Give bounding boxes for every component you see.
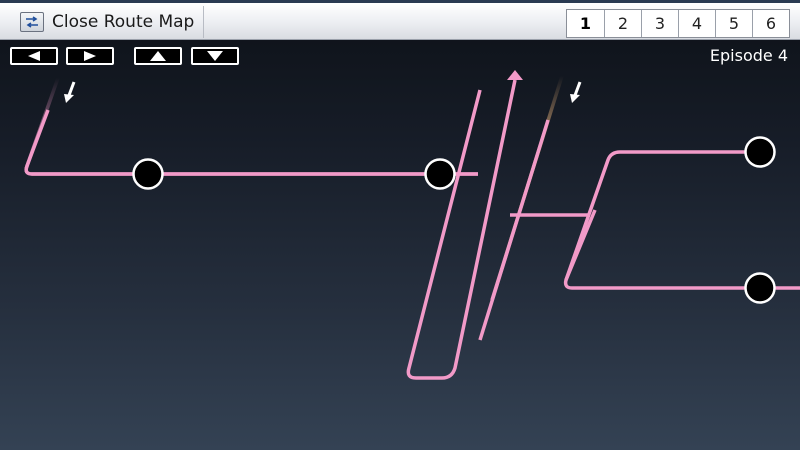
route-line-upper xyxy=(564,150,760,281)
route-node[interactable] xyxy=(744,272,776,304)
route-node[interactable] xyxy=(744,136,776,168)
episode-tab-2[interactable]: 2 xyxy=(604,10,641,37)
route-map xyxy=(24,70,800,380)
episode-tabs: 1 2 3 4 5 6 xyxy=(566,9,790,38)
route-line-right xyxy=(478,119,550,341)
episode-tab-5[interactable]: 5 xyxy=(715,10,752,37)
episode-tab-1[interactable]: 1 xyxy=(567,10,604,37)
episode-tab-4[interactable]: 4 xyxy=(678,10,715,37)
close-route-map-button[interactable]: Close Route Map xyxy=(10,6,204,38)
episode-tab-3[interactable]: 3 xyxy=(641,10,678,37)
route-line-main xyxy=(24,109,478,176)
route-arrow-up-icon xyxy=(507,70,523,80)
route-line-left xyxy=(24,77,478,176)
route-node[interactable] xyxy=(424,158,456,190)
route-down-arrow-icon xyxy=(64,81,76,103)
close-route-map-label: Close Route Map xyxy=(52,12,195,32)
route-down-arrow-icon xyxy=(570,81,582,103)
route-node[interactable] xyxy=(132,158,164,190)
episode-tab-6[interactable]: 6 xyxy=(752,10,789,37)
top-toolbar: Close Route Map 1 2 3 4 5 6 xyxy=(0,0,800,40)
swap-arrows-icon xyxy=(20,12,44,32)
route-line-loop xyxy=(406,79,517,380)
